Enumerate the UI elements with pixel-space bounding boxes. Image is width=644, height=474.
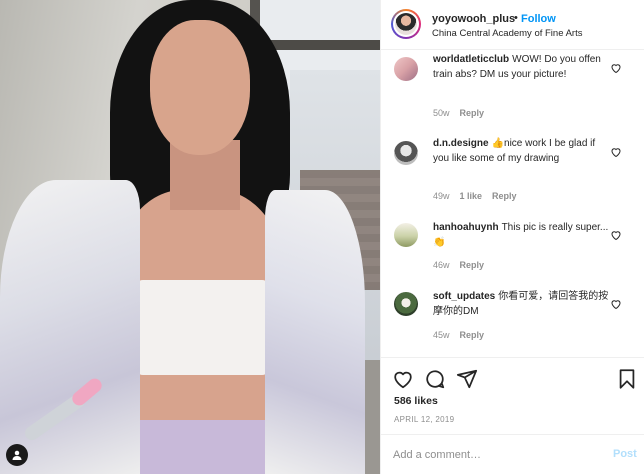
- user-tag-icon[interactable]: [6, 444, 28, 466]
- likes-count[interactable]: 586 likes: [394, 395, 438, 407]
- reply-button[interactable]: Reply: [460, 330, 485, 340]
- comment-age: 45w: [433, 330, 450, 340]
- post-button[interactable]: Post: [613, 448, 637, 460]
- comment-meta: 50w Reply: [433, 108, 494, 118]
- username-link[interactable]: yoyowooh_plus: [432, 13, 515, 25]
- comment-likes[interactable]: 1 like: [460, 191, 483, 201]
- comment-heart-icon[interactable]: [610, 228, 622, 241]
- comment-meta: 45w Reply: [433, 330, 494, 340]
- comment-heart-icon[interactable]: [610, 297, 622, 310]
- photo-jacket-right: [265, 190, 365, 474]
- comment-body: worldatleticclub WOW! Do you offen train …: [433, 53, 611, 82]
- comment-meta: 49w 1 like Reply: [433, 191, 527, 201]
- reply-button[interactable]: Reply: [492, 191, 517, 201]
- location-link[interactable]: China Central Academy of Fine Arts: [432, 28, 583, 39]
- heart-icon[interactable]: [392, 368, 414, 390]
- bookmark-icon[interactable]: [616, 368, 638, 390]
- comment-avatar[interactable]: [394, 292, 418, 316]
- comment-username[interactable]: hanhoahuynh: [433, 222, 499, 233]
- photo-pants: [140, 420, 270, 474]
- post-actions: 586 likes APRIL 12, 2019: [381, 357, 644, 441]
- share-icon[interactable]: [456, 368, 478, 390]
- comment-icon[interactable]: [424, 368, 446, 390]
- comment-age: 46w: [433, 260, 450, 270]
- comment-composer: Post: [381, 434, 644, 474]
- avatar[interactable]: [391, 9, 421, 39]
- comment-avatar[interactable]: [394, 57, 418, 81]
- comment-heart-icon[interactable]: [610, 61, 622, 74]
- comment-username[interactable]: soft_updates: [433, 291, 495, 302]
- photo-jacket-left: [0, 180, 140, 474]
- comment-username[interactable]: worldatleticclub: [433, 54, 509, 65]
- comment-username[interactable]: d.n.designe: [433, 138, 489, 149]
- comment-body: d.n.designe 👍nice work I be glad if you l…: [433, 137, 611, 166]
- comment-avatar[interactable]: [394, 223, 418, 247]
- separator-dot: •: [514, 12, 518, 24]
- comment-body: soft_updates 你看可爱，请回答我的按摩你的DM: [433, 290, 611, 319]
- photo-face: [150, 20, 250, 155]
- comment-input[interactable]: [393, 443, 593, 467]
- comment-age: 49w: [433, 191, 450, 201]
- comment-body: hanhoahuynh This pic is really super... 👏: [433, 221, 611, 250]
- post-date[interactable]: APRIL 12, 2019: [394, 415, 454, 424]
- comment-meta: 46w Reply: [433, 260, 494, 270]
- reply-button[interactable]: Reply: [460, 108, 485, 118]
- reply-button[interactable]: Reply: [460, 260, 485, 270]
- comment-avatar[interactable]: [394, 141, 418, 165]
- comments-list[interactable]: worldatleticclub WOW! Do you offen train …: [381, 51, 644, 356]
- photo-top: [135, 280, 270, 375]
- post-photo[interactable]: [0, 0, 380, 474]
- follow-button[interactable]: Follow: [521, 13, 556, 25]
- post-panel: yoyowooh_plus • Follow China Central Aca…: [380, 0, 644, 474]
- comment-heart-icon[interactable]: [610, 145, 622, 158]
- post-header: yoyowooh_plus • Follow China Central Aca…: [381, 0, 644, 50]
- comment-age: 50w: [433, 108, 450, 118]
